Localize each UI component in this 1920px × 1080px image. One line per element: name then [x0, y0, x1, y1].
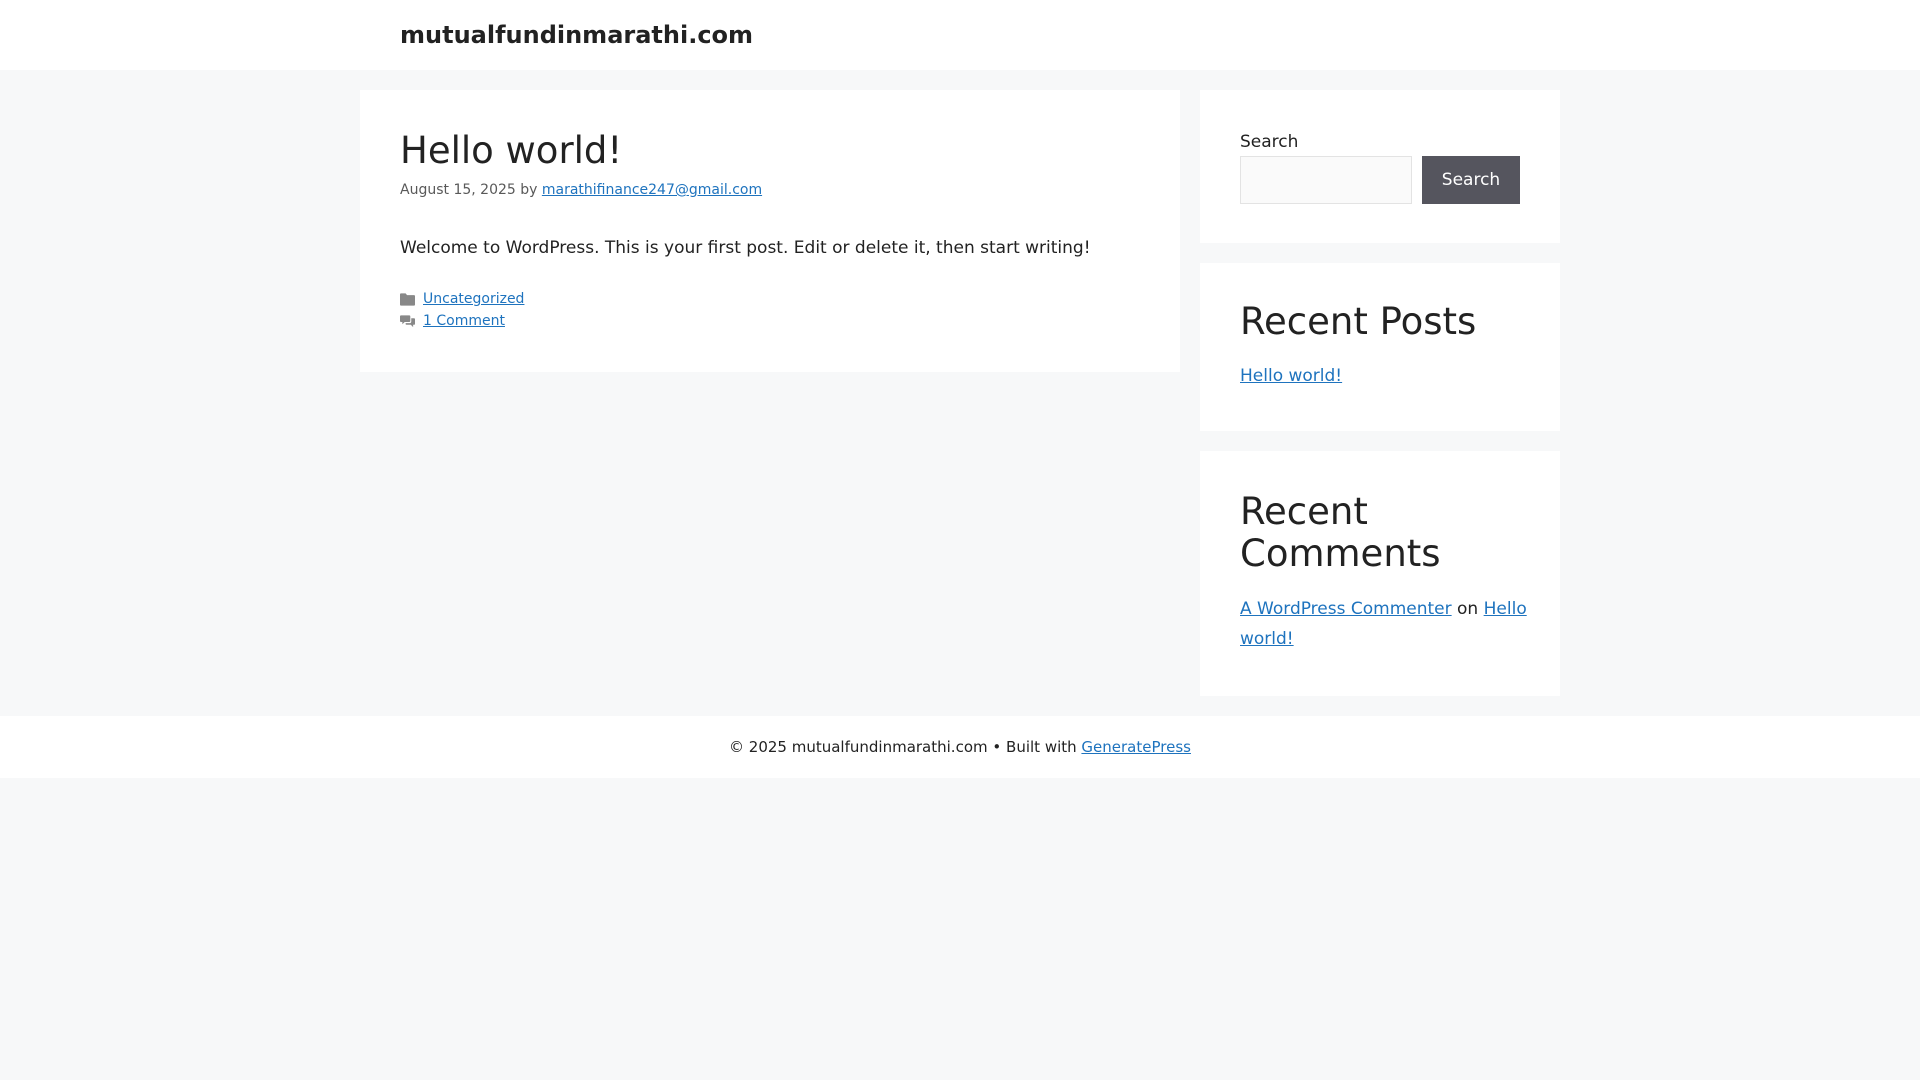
comments-link[interactable]: 1 Comment	[423, 311, 505, 331]
post-article: Hello world! August 15, 2025 by marathif…	[360, 90, 1180, 372]
site-footer: © 2025 mutualfundinmarathi.com • Built w…	[0, 716, 1920, 778]
post-by-label: by	[520, 182, 538, 198]
comments-icon	[400, 315, 415, 328]
recent-comments-title: Recent Comments	[1240, 490, 1441, 575]
search-label: Search	[1240, 132, 1299, 152]
category-link[interactable]: Uncategorized	[423, 289, 524, 309]
copyright-text: © 2025 mutualfundinmarathi.com	[729, 738, 988, 756]
comment-on-label: on	[1457, 599, 1479, 619]
post-title: Hello world!	[400, 129, 623, 172]
recent-posts-title: Recent Posts	[1240, 300, 1477, 343]
built-with-label: Built with	[1006, 738, 1077, 756]
post-categories: Uncategorized	[400, 289, 524, 309]
recent-comment-item: A WordPress Commenter on Hello world!	[1240, 594, 1530, 654]
copyright: © 2025 mutualfundinmarathi.com • Built w…	[0, 736, 1920, 758]
post-content: Welcome to WordPress. This is your first…	[400, 238, 1091, 258]
post-meta: August 15, 2025 by marathifinance247@gma…	[400, 180, 762, 200]
search-widget: Search Search	[1200, 90, 1560, 243]
recent-post-link[interactable]: Hello world!	[1240, 361, 1342, 391]
post-author-link[interactable]: marathifinance247@gmail.com	[542, 182, 762, 198]
folder-icon	[400, 293, 415, 306]
site-header: mutualfundinmarathi.com	[0, 0, 1920, 70]
search-button[interactable]: Search	[1422, 156, 1520, 204]
recent-posts-widget: Recent Posts Hello world!	[1200, 263, 1560, 431]
footer-separator: •	[992, 738, 1002, 756]
theme-link[interactable]: GeneratePress	[1081, 738, 1191, 756]
site-title[interactable]: mutualfundinmarathi.com	[400, 19, 753, 51]
recent-comments-widget: Recent Comments A WordPress Commenter on…	[1200, 451, 1560, 696]
post-date: August 15, 2025	[400, 182, 516, 198]
search-input[interactable]	[1240, 156, 1412, 204]
comment-author-link[interactable]: A WordPress Commenter	[1240, 599, 1452, 619]
post-comments: 1 Comment	[400, 311, 505, 331]
